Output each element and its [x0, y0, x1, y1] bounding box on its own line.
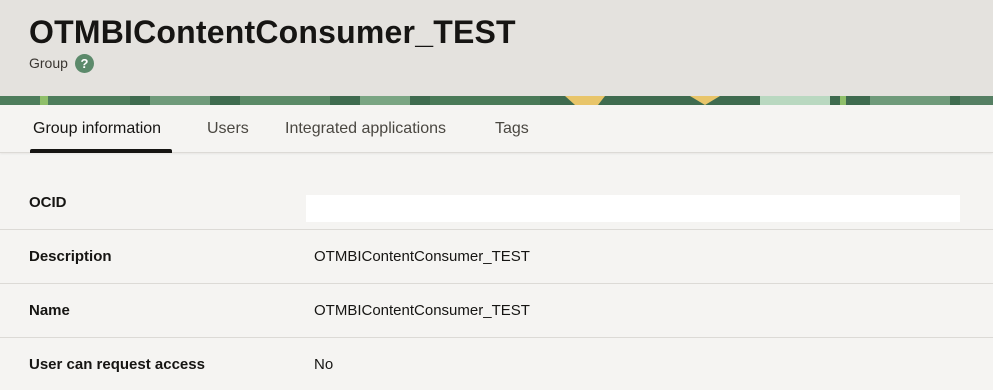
ocid-label: OCID	[29, 194, 67, 211]
page-title: OTMBIContentConsumer_TEST	[29, 14, 516, 50]
user-can-request-access-label: User can request access	[29, 355, 205, 373]
resource-type-label: Group	[29, 55, 68, 71]
detail-row-name: Name OTMBIContentConsumer_TEST	[0, 284, 993, 338]
user-can-request-access-value: No	[314, 355, 334, 373]
description-value: OTMBIContentConsumer_TEST	[314, 248, 530, 265]
detail-row-description: Description OTMBIContentConsumer_TEST	[0, 230, 993, 284]
question-mark-icon[interactable]: ?	[74, 53, 94, 73]
detail-row-user-can-request-access: User can request access No	[0, 337, 993, 390]
tab-bar: Group information Users Integrated appli…	[0, 105, 993, 153]
tab-users[interactable]: Users	[207, 105, 249, 153]
tab-tags[interactable]: Tags	[495, 105, 529, 153]
page-header: OTMBIContentConsumer_TEST Group ?	[0, 0, 993, 96]
tab-integrated-applications[interactable]: Integrated applications	[285, 105, 446, 153]
decorative-banner	[0, 96, 993, 105]
description-label: Description	[29, 248, 112, 265]
active-tab-indicator	[30, 149, 172, 153]
name-label: Name	[29, 302, 70, 319]
ocid-value-redacted	[306, 195, 960, 222]
tab-group-information[interactable]: Group information	[33, 105, 161, 153]
resource-type-row: Group ?	[29, 53, 94, 73]
name-value: OTMBIContentConsumer_TEST	[314, 302, 530, 319]
